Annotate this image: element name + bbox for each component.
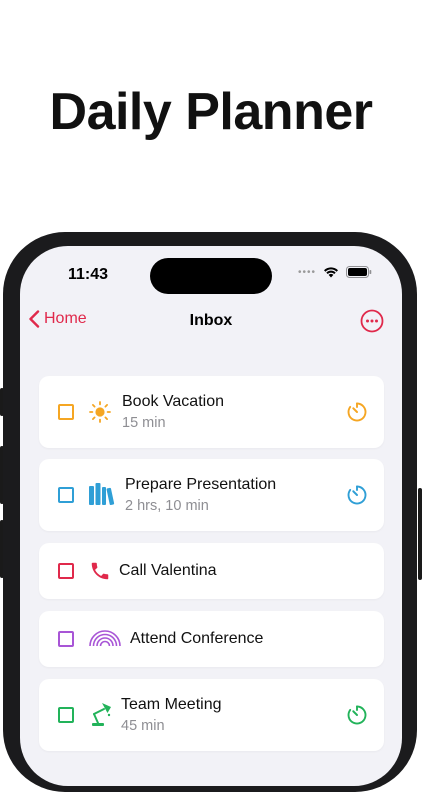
timer-icon[interactable] bbox=[346, 484, 368, 506]
task-duration: 45 min bbox=[121, 718, 165, 734]
signal-dots-icon: •••• bbox=[297, 266, 316, 278]
task-title: Call Valentina bbox=[119, 562, 217, 579]
task-title: Book Vacation bbox=[122, 393, 224, 410]
task-row[interactable]: Team Meeting 45 min bbox=[39, 679, 384, 751]
sun-icon bbox=[89, 401, 111, 423]
task-title: Team Meeting bbox=[121, 696, 222, 713]
headline: Daily Planner bbox=[49, 83, 373, 141]
task-row[interactable]: Prepare Presentation 2 hrs, 10 min bbox=[39, 459, 384, 531]
task-checkbox[interactable] bbox=[58, 631, 74, 647]
phone-screen: 11:43 •••• Home Inbox Book Vacation 15 m… bbox=[20, 246, 402, 786]
chevron-left-icon bbox=[29, 310, 40, 328]
task-checkbox[interactable] bbox=[58, 404, 74, 420]
navigation-bar: Home Inbox bbox=[20, 306, 402, 336]
books-icon bbox=[89, 483, 115, 506]
rainbow-icon bbox=[89, 630, 121, 647]
more-options-button[interactable] bbox=[360, 309, 384, 338]
task-checkbox[interactable] bbox=[58, 487, 74, 503]
task-duration: 2 hrs, 10 min bbox=[125, 498, 209, 514]
task-row[interactable]: Call Valentina bbox=[39, 543, 384, 599]
timer-icon[interactable] bbox=[346, 704, 368, 726]
back-button[interactable]: Home bbox=[28, 310, 87, 328]
timer-icon[interactable] bbox=[346, 401, 368, 423]
task-row[interactable]: Book Vacation 15 min bbox=[39, 376, 384, 448]
status-icons: •••• bbox=[298, 266, 372, 278]
task-checkbox[interactable] bbox=[58, 707, 74, 723]
battery-icon bbox=[346, 266, 372, 278]
task-title: Prepare Presentation bbox=[125, 476, 277, 493]
dynamic-island bbox=[150, 258, 272, 294]
task-row[interactable]: Attend Conference bbox=[39, 611, 384, 667]
wifi-icon bbox=[324, 267, 338, 278]
back-button-label: Home bbox=[44, 310, 87, 327]
ellipsis-circle-icon bbox=[360, 309, 384, 333]
task-checkbox[interactable] bbox=[58, 563, 74, 579]
desk-lamp-icon bbox=[92, 703, 111, 726]
status-time: 11:43 bbox=[68, 266, 109, 283]
task-title: Attend Conference bbox=[130, 630, 264, 647]
task-duration: 15 min bbox=[122, 415, 166, 431]
phone-icon bbox=[91, 562, 109, 580]
power-button bbox=[418, 488, 422, 580]
